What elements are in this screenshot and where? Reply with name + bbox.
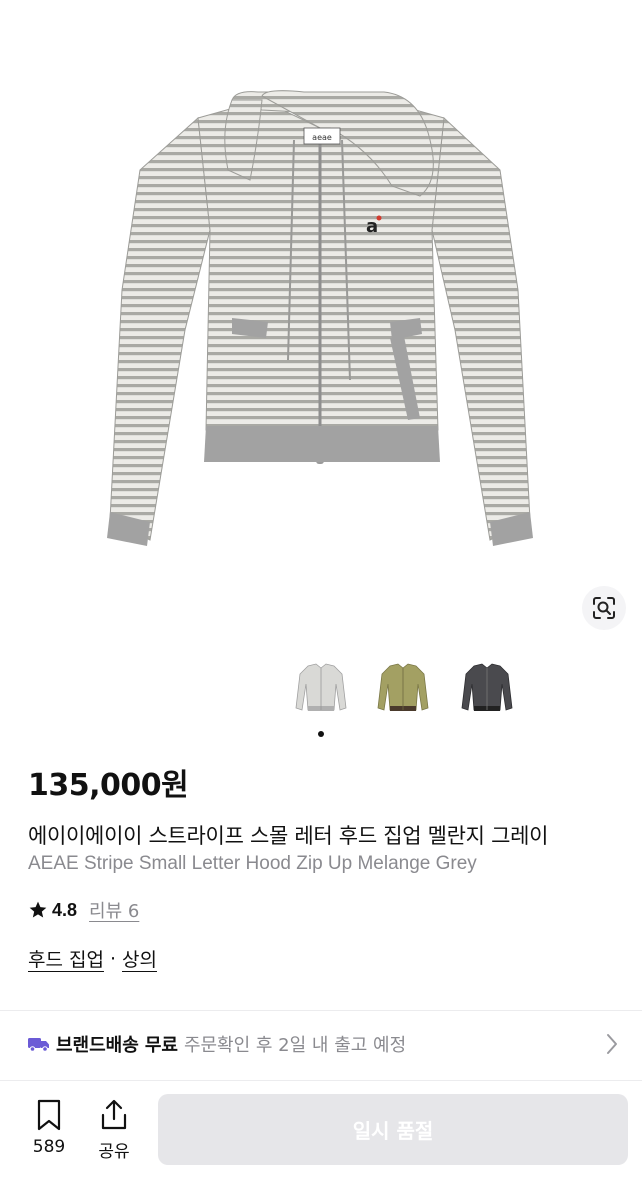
image-search-button[interactable] xyxy=(582,586,626,630)
thumbnail-charcoal[interactable] xyxy=(456,656,518,718)
like-count: 589 xyxy=(32,1137,66,1157)
hoodie-illustration: aeae a xyxy=(107,90,533,546)
product-name-korean: 에이이에이이 스트라이프 스몰 레터 후드 집업 멜란지 그레이 xyxy=(28,824,549,848)
category-link-hood-zipup[interactable]: 후드 집업 xyxy=(28,945,104,972)
chest-logo: a xyxy=(366,216,378,237)
bottom-action-bar: 589 공유 일시 품절 xyxy=(0,1080,642,1200)
share-label: 공유 xyxy=(98,1142,130,1162)
gallery-page-indicator xyxy=(318,731,324,737)
chevron-right-icon xyxy=(607,1034,617,1054)
truck-icon xyxy=(28,1038,49,1052)
share-icon xyxy=(101,1099,127,1130)
shipping-info-row[interactable]: 브랜드배송 무료 주문확인 후 2일 내 출고 예정 xyxy=(0,1013,642,1075)
product-image[interactable]: aeae a xyxy=(0,0,642,650)
rating-row: 4.8 리뷰 6 xyxy=(28,897,139,923)
neck-label-text: aeae xyxy=(312,133,332,142)
product-price: 135,000원 xyxy=(28,768,189,803)
shipping-label: 브랜드배송 xyxy=(56,1035,139,1056)
category-link-top[interactable]: 상의 xyxy=(122,945,157,972)
star-icon xyxy=(29,901,47,918)
category-breadcrumb: 후드 집업 · 상의 xyxy=(28,945,157,972)
sold-out-button[interactable]: 일시 품절 xyxy=(158,1094,628,1165)
lens-scan-icon xyxy=(593,597,615,619)
reviews-link[interactable]: 리뷰 6 xyxy=(89,897,139,923)
bookmark-icon xyxy=(37,1099,61,1131)
color-thumbnails xyxy=(0,650,642,726)
share-button[interactable]: 공유 xyxy=(89,1099,139,1162)
rating-score: 4.8 xyxy=(52,899,78,920)
thumbnail-olive[interactable] xyxy=(372,656,434,718)
shipping-eta: 주문확인 후 2일 내 출고 예정 xyxy=(183,1035,407,1056)
bookmark-button[interactable]: 589 xyxy=(24,1099,74,1157)
shipping-free: 무료 xyxy=(144,1035,178,1056)
product-name-english: AEAE Stripe Small Letter Hood Zip Up Mel… xyxy=(28,853,477,874)
thumbnail-melange-grey[interactable] xyxy=(290,656,352,718)
divider xyxy=(0,1010,642,1011)
category-separator: · xyxy=(109,947,117,970)
